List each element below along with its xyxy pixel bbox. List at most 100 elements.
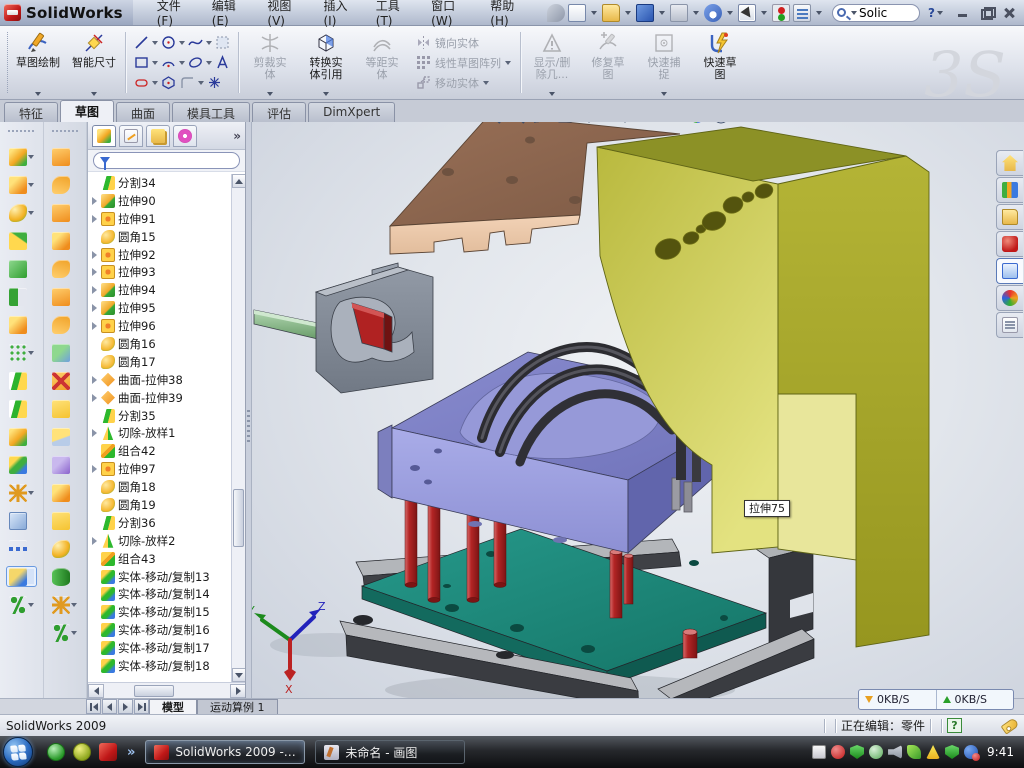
- flatten-surface-icon[interactable]: [7, 567, 36, 586]
- panel-overflow-button[interactable]: »: [233, 129, 241, 143]
- tree-item[interactable]: 实体-移动/复制14: [90, 585, 231, 603]
- search-box[interactable]: [832, 4, 920, 22]
- tree-item[interactable]: 圆角17: [90, 353, 231, 371]
- vertical-scroll-thumb[interactable]: [233, 489, 244, 547]
- design-library-tab[interactable]: [996, 177, 1023, 203]
- display-delete-relations-button[interactable]: 显示/删 除几...: [524, 26, 580, 99]
- custom-properties-tab[interactable]: [996, 312, 1023, 338]
- quick-snaps-button[interactable]: 快速捕 捉: [636, 26, 692, 99]
- menu-item[interactable]: 文件(F): [147, 0, 200, 31]
- rebuild-icon[interactable]: [772, 4, 790, 22]
- sketch-button[interactable]: 草图绘制: [10, 26, 66, 99]
- rapid-sketch-button[interactable]: 快速草 图: [692, 26, 748, 99]
- slide-unit-body[interactable]: [254, 263, 433, 393]
- model-tab[interactable]: 运动算例 1: [197, 699, 278, 714]
- tree-item[interactable]: 实体-移动/复制18: [90, 657, 231, 675]
- sync-status-icon[interactable]: [964, 745, 978, 759]
- tree-item[interactable]: 圆角19: [90, 496, 231, 514]
- health-shield-icon[interactable]: [945, 745, 959, 759]
- rectangle-tool-icon[interactable]: [133, 54, 150, 71]
- tool-caret-icon[interactable]: [71, 631, 77, 635]
- tree-item[interactable]: 拉伸90: [90, 192, 231, 210]
- ellipse-caret-icon[interactable]: [206, 61, 212, 65]
- filled-surface-icon[interactable]: [52, 259, 77, 278]
- convert-entities-button[interactable]: 转换实 体引用: [298, 26, 354, 99]
- reference-point-icon[interactable]: [9, 483, 34, 502]
- security-alert-icon[interactable]: [831, 745, 845, 759]
- status-help-icon[interactable]: ?: [947, 718, 962, 733]
- convert-caret-icon[interactable]: [323, 92, 329, 96]
- tree-item[interactable]: 组合43: [90, 550, 231, 568]
- text-tool-icon[interactable]: [214, 54, 231, 71]
- undo-icon[interactable]: [704, 4, 722, 22]
- command-tab[interactable]: 评估: [252, 102, 306, 122]
- toolbar-grip[interactable]: [2, 32, 8, 93]
- resources-tab[interactable]: [996, 150, 1023, 176]
- offset-entities-button[interactable]: 等距实 体: [354, 26, 410, 99]
- prev-tab-button[interactable]: [102, 699, 117, 714]
- spline-caret-icon[interactable]: [206, 41, 212, 45]
- polygon-tool-icon[interactable]: [160, 74, 177, 91]
- help-caret-icon[interactable]: [937, 11, 943, 15]
- tool-caret-icon[interactable]: [28, 155, 34, 159]
- smart-dimension-caret-icon[interactable]: [91, 92, 97, 96]
- tree-item[interactable]: 拉伸92: [90, 246, 231, 264]
- tree-item[interactable]: 实体-移动/复制15: [90, 603, 231, 621]
- tree-item[interactable]: 组合42: [90, 442, 231, 460]
- reference-axis-icon[interactable]: [9, 539, 34, 558]
- select-region-icon[interactable]: [214, 34, 231, 51]
- command-tab[interactable]: DimXpert: [308, 102, 395, 122]
- arc-caret-icon[interactable]: [179, 61, 185, 65]
- combine-bodies-icon[interactable]: [9, 371, 34, 390]
- options-caret-icon[interactable]: [816, 11, 822, 15]
- file-explorer-tab[interactable]: [996, 204, 1023, 230]
- menu-item[interactable]: 编辑(E): [202, 0, 256, 31]
- tree-filter-input[interactable]: [93, 152, 240, 169]
- solidworks-quick-launch-icon[interactable]: [99, 743, 117, 761]
- tree-item[interactable]: 曲面-拉伸38: [90, 371, 231, 389]
- planar-surface-icon[interactable]: [52, 287, 77, 306]
- property-manager-tab[interactable]: [119, 125, 143, 147]
- tool-caret-icon[interactable]: [28, 603, 34, 607]
- update-badge-icon[interactable]: [869, 745, 883, 759]
- close-button[interactable]: [1001, 6, 1018, 20]
- tool-caret-icon[interactable]: [28, 491, 34, 495]
- tree-item[interactable]: 圆角18: [90, 478, 231, 496]
- tree-item[interactable]: 圆角15: [90, 228, 231, 246]
- tool-caret-icon[interactable]: [28, 183, 34, 187]
- trim-caret-icon[interactable]: [267, 92, 273, 96]
- replace-face-icon[interactable]: [52, 399, 77, 418]
- spline-tool-icon-2[interactable]: [52, 623, 77, 642]
- new-document-icon[interactable]: [568, 4, 586, 22]
- tree-item[interactable]: 拉伸95: [90, 299, 231, 317]
- quick-launch-overflow[interactable]: »: [127, 745, 135, 760]
- tree-item[interactable]: 切除-放样2: [90, 532, 231, 550]
- point-tool-icon[interactable]: [206, 74, 223, 91]
- tree-item[interactable]: 实体-移动/复制13: [90, 568, 231, 586]
- antivirus-shield-icon[interactable]: [850, 745, 864, 759]
- linear-sketch-pattern-button[interactable]: 线性草图阵列: [416, 55, 511, 71]
- last-tab-button[interactable]: [134, 699, 149, 714]
- swept-surface-icon[interactable]: [52, 147, 77, 166]
- tree-item[interactable]: 曲面-拉伸39: [90, 389, 231, 407]
- tool-caret-icon[interactable]: [71, 603, 77, 607]
- extrude-boss-icon[interactable]: [9, 147, 34, 166]
- line-tool-icon[interactable]: [133, 34, 150, 51]
- offset-surface-icon[interactable]: [52, 315, 77, 334]
- shell-icon[interactable]: [9, 259, 34, 278]
- lofted-surface-icon[interactable]: [52, 203, 77, 222]
- warning-icon[interactable]: [926, 745, 940, 759]
- scroll-down-button[interactable]: [232, 668, 246, 682]
- menu-item[interactable]: 工具(T): [366, 0, 419, 31]
- reference-point-icon-2[interactable]: [52, 595, 77, 614]
- next-tab-button[interactable]: [118, 699, 133, 714]
- search-input[interactable]: [859, 6, 911, 20]
- move-copy-body-icon[interactable]: [9, 455, 34, 474]
- menu-item[interactable]: 视图(V): [257, 0, 311, 31]
- draft-icon[interactable]: [9, 287, 34, 306]
- print-caret-icon[interactable]: [693, 11, 699, 15]
- repair-sketch-button[interactable]: 修复草 图: [580, 26, 636, 99]
- menu-item[interactable]: 帮助(H): [480, 0, 535, 31]
- tree-horizontal-scrollbar[interactable]: [88, 682, 246, 698]
- mirror-entities-button[interactable]: 镜向实体: [416, 35, 511, 51]
